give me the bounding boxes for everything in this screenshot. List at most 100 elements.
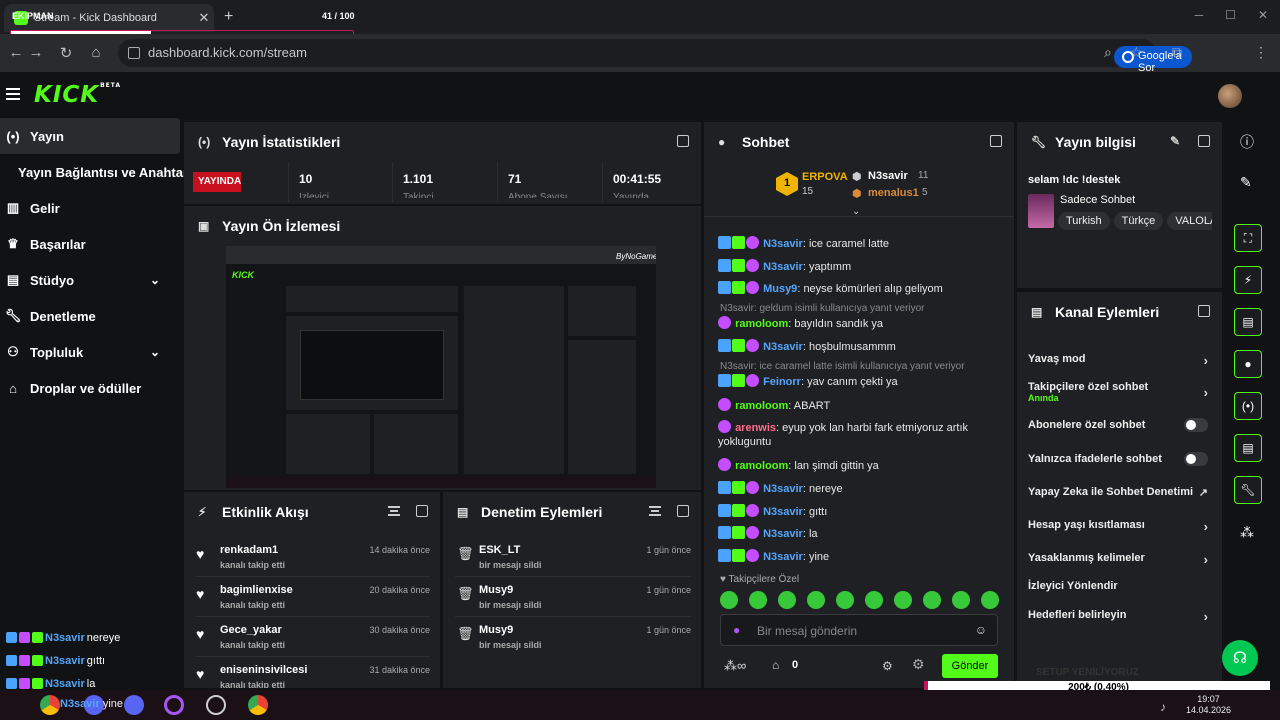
action-slow-mode[interactable]: Yavaş mod › — [1028, 353, 1212, 368]
new-tab-icon[interactable]: + — [224, 8, 233, 26]
mod-user[interactable]: ESK_LT — [479, 544, 520, 556]
kick-logo[interactable]: KICKBETA — [34, 82, 121, 108]
emote-icon[interactable] — [952, 591, 970, 609]
emote-icon[interactable] — [807, 591, 825, 609]
action-banned-words[interactable]: Yasaklanmış kelimeler › — [1028, 552, 1212, 567]
volume-icon[interactable]: ♪ — [1160, 700, 1166, 714]
sidebar-item-yayin[interactable]: (•) Yayın — [0, 118, 180, 154]
event-user[interactable]: Gece_yakar — [220, 624, 282, 636]
support-headset-icon[interactable]: ☊ — [1222, 640, 1258, 676]
category-name[interactable]: Sadece Sohbet — [1060, 194, 1135, 206]
chat-username[interactable]: ramoloom — [735, 318, 788, 330]
rail-chat-button[interactable]: ● — [1234, 350, 1262, 378]
popout-icon[interactable] — [677, 135, 689, 147]
chat-username[interactable]: N3savir — [763, 261, 803, 273]
close-tab-icon[interactable]: ✕ — [194, 10, 214, 26]
chat-input[interactable]: ● Bir mesaj gönderin ☺ — [720, 614, 998, 646]
chat-username[interactable]: N3savir — [763, 483, 803, 495]
search-icon[interactable]: ⌕ — [1104, 44, 1112, 61]
action-account-age[interactable]: Hesap yaşı kısıtlaması › — [1028, 519, 1212, 534]
event-user[interactable]: bagimlienxise — [220, 584, 293, 596]
edit-pencil-icon[interactable]: ✎ — [1170, 134, 1180, 148]
category-thumbnail[interactable] — [1028, 194, 1054, 228]
maximize-icon[interactable]: ☐ — [1225, 8, 1236, 22]
url-field[interactable]: dashboard.kick.com/stream Google'a Sor — [118, 39, 1192, 74]
sidebar-item-droplar[interactable]: ⌂ Droplar ve ödüller — [0, 370, 180, 406]
action-raid[interactable]: İzleyici Yönlendir — [1028, 580, 1212, 592]
event-user[interactable]: eniseninsivilcesi — [220, 664, 307, 676]
filter-icon[interactable] — [388, 506, 400, 516]
back-icon[interactable]: ← — [6, 44, 26, 61]
emote-icon[interactable] — [749, 591, 767, 609]
popout-icon[interactable] — [990, 135, 1002, 147]
hamburger-menu-icon[interactable] — [6, 88, 20, 100]
stream-preview-video[interactable]: KICK ByNoGame — [226, 246, 656, 488]
popout-icon[interactable] — [416, 505, 428, 517]
emoji-icon[interactable]: ☺ — [975, 623, 987, 637]
emote-icon[interactable] — [778, 591, 796, 609]
rail-lightning-button[interactable]: ⚡︎ — [1234, 266, 1262, 294]
action-followers-only[interactable]: Takipçilere özel sohbet Anında › — [1028, 381, 1212, 403]
chrome-taskbar-icon[interactable] — [40, 695, 60, 715]
sidebar-item-studyo[interactable]: ▤ Stüdyo ⌄ — [0, 262, 180, 298]
sidebar-item-denetleme[interactable]: 🔧︎ Denetleme — [0, 298, 180, 334]
chat-username[interactable]: ramoloom — [735, 400, 788, 412]
info-icon[interactable]: ⓘ — [1240, 132, 1254, 152]
rail-wrench-button[interactable]: 🔧︎ — [1234, 476, 1262, 504]
rail-document-button[interactable]: ▤ — [1234, 308, 1262, 336]
chrome-profile-taskbar-icon[interactable] — [248, 695, 268, 715]
subscribers-only-toggle[interactable] — [1184, 418, 1208, 432]
store-icon[interactable]: ⌂ — [772, 658, 779, 672]
sidebar-item-topluluk[interactable]: ⚇ Topluluk ⌄ — [0, 334, 180, 370]
site-info-icon[interactable] — [128, 47, 140, 59]
obs-taskbar-icon[interactable] — [206, 695, 226, 715]
event-user[interactable]: renkadam1 — [220, 544, 278, 556]
chat-username[interactable]: N3savir — [763, 506, 803, 518]
user-avatar[interactable] — [1218, 84, 1242, 108]
reload-icon[interactable]: ↻ — [56, 44, 76, 62]
send-button[interactable]: Gönder — [942, 654, 998, 678]
settings-gear-icon[interactable]: ⚙ — [882, 659, 893, 673]
popout-icon[interactable] — [677, 505, 689, 517]
chat-username[interactable]: N3savir — [763, 238, 803, 250]
emote-icon[interactable] — [720, 591, 738, 609]
popout-icon[interactable] — [1198, 305, 1210, 317]
emote-icon[interactable] — [865, 591, 883, 609]
chat-username[interactable]: Feinorr — [763, 376, 801, 388]
sidebar-item-gelir[interactable]: ▥ Gelir — [0, 190, 180, 226]
action-goals[interactable]: Hedefleri belirleyin › — [1028, 609, 1212, 624]
discord-alt-taskbar-icon[interactable] — [124, 695, 144, 715]
home-icon[interactable]: ⌂ — [86, 44, 106, 61]
emote-icon[interactable] — [981, 591, 999, 609]
chat-username[interactable]: arenwis — [735, 422, 776, 434]
chat-username[interactable]: N3savir — [763, 551, 803, 563]
sidebar-item-basarilar[interactable]: ♛ Başarılar — [0, 226, 180, 262]
rail-broadcast-button[interactable]: (•) — [1234, 392, 1262, 420]
rail-channel-button[interactable]: ▤ — [1234, 434, 1262, 462]
points-icon[interactable]: ⁂∞ — [724, 658, 746, 674]
chat-settings-icon[interactable]: ⚙ — [912, 656, 925, 673]
apps-icon[interactable]: ⁂ — [1240, 524, 1254, 541]
rail-clip-button[interactable]: ⛶ — [1234, 224, 1262, 252]
filter-icon[interactable] — [649, 506, 661, 516]
edit-pencil-icon[interactable]: ✎ — [1240, 174, 1252, 191]
emote-icon[interactable] — [894, 591, 912, 609]
sidebar-item-stream-key[interactable]: Yayın Bağlantısı ve Anahtarı — [0, 154, 184, 190]
mod-user[interactable]: Musy9 — [479, 624, 513, 636]
menu-dots-icon[interactable]: ⋮ — [1254, 44, 1268, 61]
emote-icon[interactable] — [923, 591, 941, 609]
mod-user[interactable]: Musy9 — [479, 584, 513, 596]
extensions-icon[interactable]: ⧉ — [1172, 44, 1182, 61]
emote-only-toggle[interactable] — [1184, 452, 1208, 466]
close-window-icon[interactable]: ✕ — [1258, 8, 1268, 22]
chat-username[interactable]: N3savir — [763, 528, 803, 540]
minimize-icon[interactable]: ─ — [1195, 8, 1204, 22]
emote-icon[interactable] — [836, 591, 854, 609]
popout-icon[interactable] — [1198, 135, 1210, 147]
chat-username[interactable]: Musy9 — [763, 283, 797, 295]
bookmark-star-icon[interactable]: ☆ — [1130, 44, 1143, 61]
chat-username[interactable]: N3savir — [763, 341, 803, 353]
chat-username[interactable]: ramoloom — [735, 460, 788, 472]
microphone-icon[interactable]: ● — [733, 623, 740, 637]
app-taskbar-icon[interactable] — [164, 695, 184, 715]
